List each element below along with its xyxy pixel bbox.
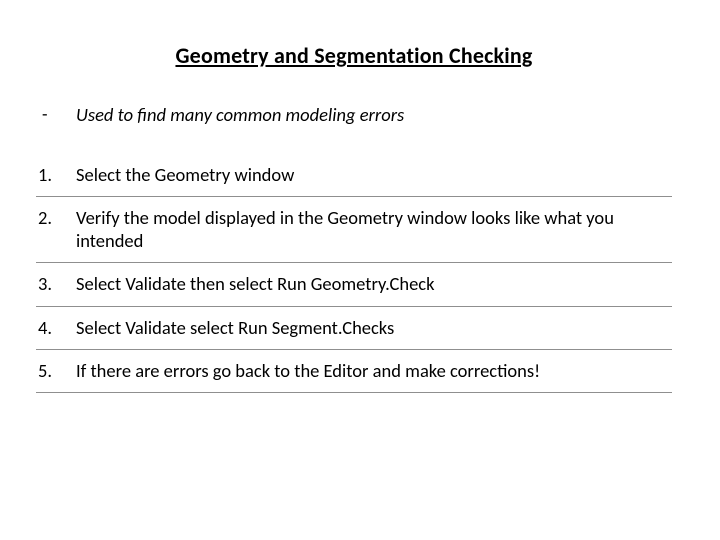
item-number: 2. bbox=[36, 206, 76, 229]
subtitle-text: Used to find many common modeling errors bbox=[76, 103, 404, 126]
subtitle-bullet: - bbox=[36, 103, 76, 125]
item-text: Verify the model displayed in the Geomet… bbox=[76, 206, 672, 252]
item-text: Select Validate then select Run Geometry… bbox=[76, 272, 435, 295]
page-title: Geometry and Segmentation Checking bbox=[36, 42, 672, 69]
item-number: 3. bbox=[36, 272, 76, 295]
list-item: 1. Select the Geometry window bbox=[36, 154, 672, 197]
item-number: 4. bbox=[36, 316, 76, 339]
item-text: Select Validate select Run Segment.Check… bbox=[76, 316, 394, 339]
list-item: 3. Select Validate then select Run Geome… bbox=[36, 263, 672, 306]
list-item: 5. If there are errors go back to the Ed… bbox=[36, 350, 672, 393]
steps-list: 1. Select the Geometry window 2. Verify … bbox=[36, 154, 672, 393]
item-text: If there are errors go back to the Edito… bbox=[76, 359, 540, 382]
item-number: 1. bbox=[36, 163, 76, 186]
subtitle-row: - Used to find many common modeling erro… bbox=[36, 103, 672, 126]
list-item: 4. Select Validate select Run Segment.Ch… bbox=[36, 307, 672, 350]
item-number: 5. bbox=[36, 359, 76, 382]
item-text: Select the Geometry window bbox=[76, 163, 294, 186]
list-item: 2. Verify the model displayed in the Geo… bbox=[36, 197, 672, 263]
